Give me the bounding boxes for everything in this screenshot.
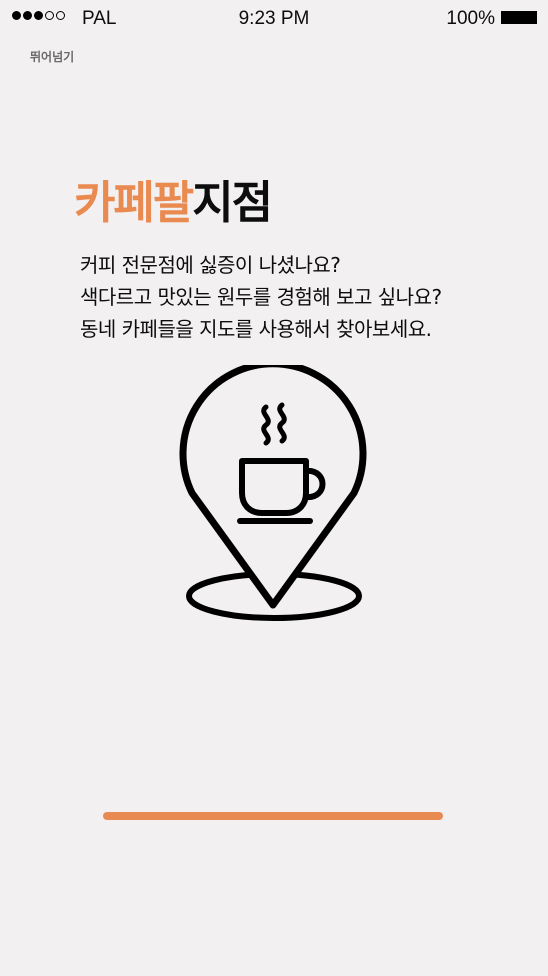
battery-percentage: 100%: [446, 8, 495, 29]
title-accent: 카페팔: [74, 176, 194, 229]
battery-icon: [501, 11, 537, 24]
description-line: 동네 카페들을 지도를 사용해서 찾아보세요.: [80, 317, 432, 341]
map-pin-shape: [179, 365, 367, 609]
skip-button[interactable]: 뛰어넘기: [30, 48, 74, 65]
description-line: 커피 전문점에 싫증이 나셨나요?: [80, 253, 341, 277]
progress-fill: [103, 812, 443, 820]
status-bar: PAL 9:23 PM 100%: [0, 0, 548, 38]
page-title: 카페팔지점: [74, 166, 273, 231]
map-pin-coffee-cup-icon: [179, 365, 367, 621]
description: 커피 전문점에 싫증이 나셨나요? 색다르고 맛있는 원두를 경험해 보고 싶나…: [80, 249, 540, 345]
onboarding-progress-bar: [103, 812, 443, 820]
description-line: 색다르고 맛있는 원두를 경험해 보고 싶나요?: [80, 285, 442, 309]
title-rest: 지점: [192, 176, 273, 229]
